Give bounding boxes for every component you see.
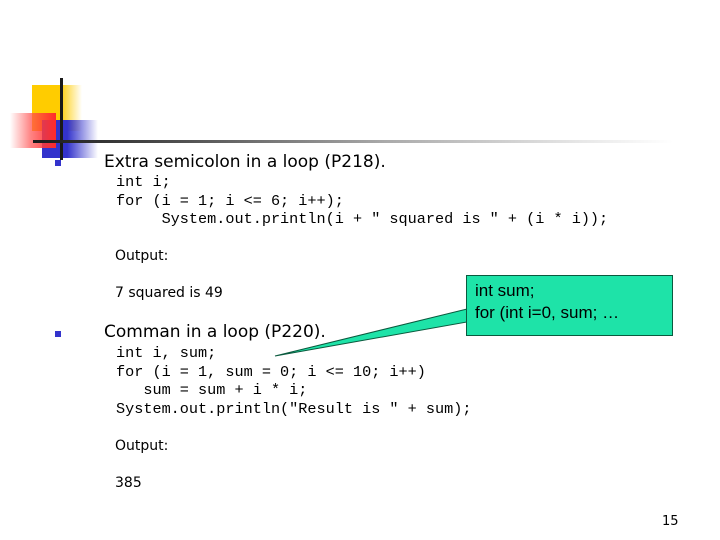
callout-pointer bbox=[274, 308, 468, 357]
callout-pointer-shape bbox=[274, 308, 468, 357]
page-number: 15 bbox=[662, 514, 679, 529]
callout-line-1: int sum; bbox=[475, 281, 535, 300]
callout-line-2: for (int i=0, sum; … bbox=[475, 303, 620, 322]
callout-box: int sum; for (int i=0, sum; … bbox=[466, 275, 673, 336]
